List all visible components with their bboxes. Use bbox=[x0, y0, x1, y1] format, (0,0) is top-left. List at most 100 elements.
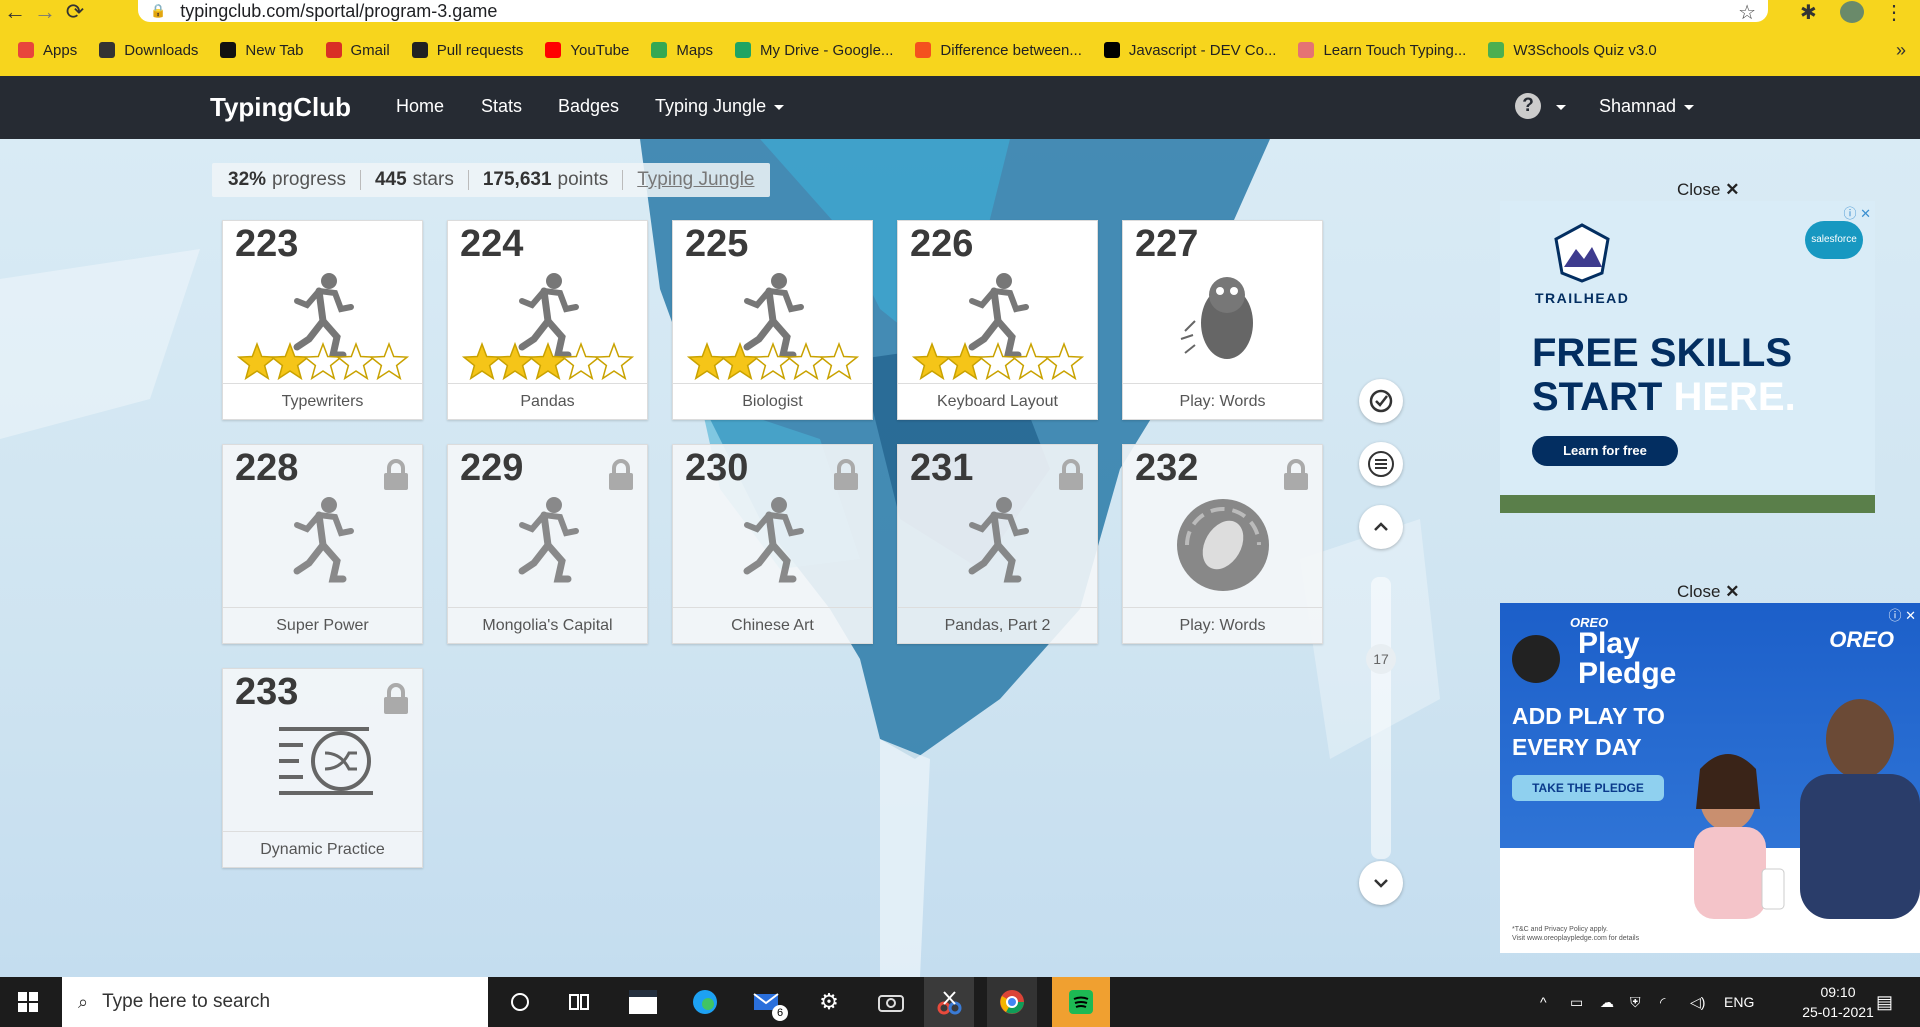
ad-info-icon[interactable]: ⓘ ✕ bbox=[1888, 605, 1916, 624]
lesson-card[interactable]: 232 Play: Words bbox=[1122, 444, 1323, 644]
clock[interactable]: 09:10 25-01-2021 bbox=[1788, 982, 1888, 1022]
bookmark-icon bbox=[1488, 42, 1505, 58]
mail-icon[interactable]: 6 bbox=[750, 985, 788, 1021]
star-empty-icon bbox=[977, 341, 1019, 381]
amazon-app-icon[interactable] bbox=[626, 985, 660, 1019]
bookmark-item[interactable]: Gmail bbox=[325, 42, 390, 59]
browser-menu-icon[interactable]: ⋮ bbox=[1884, 0, 1904, 25]
bookmark-icon bbox=[735, 42, 752, 58]
ad-close-button[interactable]: Close ✕ bbox=[1677, 582, 1739, 602]
bookmark-item[interactable]: Maps bbox=[651, 42, 713, 59]
lesson-card[interactable]: 226 Keyboard Layout bbox=[897, 220, 1098, 420]
lesson-card[interactable]: 228 Super Power bbox=[222, 444, 423, 644]
list-view-button[interactable] bbox=[1359, 442, 1403, 486]
volume-icon[interactable]: ◁) bbox=[1690, 977, 1705, 1027]
progress-summary: 32% progress 445 stars 175,631 points Typin… bbox=[212, 163, 771, 197]
reload-icon[interactable]: ⟳ bbox=[60, 0, 90, 24]
cortana-icon[interactable] bbox=[503, 985, 537, 1019]
lesson-stars bbox=[223, 261, 422, 381]
extensions-icon[interactable]: ✱ bbox=[1800, 0, 1817, 25]
lesson-scrollbar[interactable] bbox=[1371, 577, 1391, 859]
page-indicator: 17 bbox=[1366, 644, 1396, 674]
ad-info-icon[interactable]: ⓘ ✕ bbox=[1843, 203, 1871, 222]
lesson-card[interactable]: 229 Mongolia's Capital bbox=[447, 444, 648, 644]
bookmark-item[interactable]: W3Schools Quiz v3.0 bbox=[1488, 42, 1657, 59]
help-icon[interactable]: ? bbox=[1515, 93, 1541, 119]
lesson-card[interactable]: 231 Pandas, Part 2 bbox=[897, 444, 1098, 644]
ad-cta-button[interactable]: Learn for free bbox=[1532, 436, 1678, 466]
bookmark-item[interactable]: Apps bbox=[18, 42, 77, 59]
bookmark-item[interactable]: Difference between... bbox=[915, 41, 1082, 59]
lesson-number: 232 bbox=[1135, 447, 1199, 489]
edge-icon[interactable] bbox=[688, 985, 722, 1019]
ad-cta-button[interactable]: TAKE THE PLEDGE bbox=[1512, 775, 1664, 801]
windows-start-icon[interactable] bbox=[18, 992, 38, 1012]
nav-stats[interactable]: Stats bbox=[481, 96, 522, 117]
ad-close-button[interactable]: Close ✕ bbox=[1677, 180, 1739, 200]
lesson-map: 32% progress 445 stars 175,631 points Typin… bbox=[0, 139, 1920, 977]
taskbar-search-box[interactable]: ⌕ Type here to search bbox=[62, 977, 488, 1027]
user-menu[interactable]: Shamnad bbox=[1599, 96, 1695, 117]
lock-icon: 🔒 bbox=[150, 3, 167, 18]
bookmark-item[interactable]: New Tab bbox=[220, 42, 304, 59]
defender-icon[interactable]: ⛨ bbox=[1630, 977, 1641, 1027]
trailhead-logo bbox=[1554, 223, 1610, 283]
settings-gear-icon[interactable]: ⚙ bbox=[812, 985, 846, 1019]
lesson-card[interactable]: 223 Typewriters bbox=[222, 220, 423, 420]
bookmark-icon bbox=[99, 42, 116, 58]
battery-icon[interactable]: ▭ bbox=[1570, 977, 1583, 1027]
tray-chevron-up-icon[interactable]: ^ bbox=[1540, 977, 1547, 1027]
brand-logo[interactable]: TypingClub bbox=[210, 92, 351, 123]
wifi-icon[interactable]: ◜ bbox=[1660, 977, 1665, 1027]
url-field[interactable]: 🔒 typingclub.com/sportal/program-3.game … bbox=[138, 0, 1768, 25]
bookmark-item[interactable]: Downloads bbox=[99, 42, 198, 59]
language-indicator[interactable]: ENG bbox=[1724, 977, 1754, 1027]
salesforce-logo: salesforce bbox=[1805, 221, 1863, 259]
lesson-number: 229 bbox=[460, 447, 524, 489]
scroll-down-button[interactable] bbox=[1359, 861, 1403, 905]
lesson-title: Mongolia's Capital bbox=[448, 607, 647, 643]
snip-tool-icon[interactable] bbox=[924, 977, 974, 1027]
task-view-icon[interactable] bbox=[562, 985, 596, 1019]
ad-headline-part1: START bbox=[1532, 375, 1674, 419]
bookmark-item[interactable]: Pull requests bbox=[411, 42, 523, 59]
chrome-icon[interactable] bbox=[987, 977, 1037, 1027]
back-icon[interactable]: ← bbox=[0, 0, 30, 24]
bookmark-label: Difference between... bbox=[940, 41, 1082, 59]
ad-title-line1: Play bbox=[1578, 627, 1640, 660]
help-chevron-down-icon[interactable] bbox=[1556, 105, 1566, 110]
chevron-down-icon bbox=[1684, 104, 1695, 110]
bookmark-star-icon[interactable]: ☆ bbox=[1738, 0, 1756, 25]
bookmark-item[interactable]: Learn Touch Typing... bbox=[1298, 42, 1466, 59]
scroll-up-button[interactable] bbox=[1359, 505, 1403, 549]
lesson-card[interactable]: 227 Play: Words bbox=[1122, 220, 1323, 420]
lesson-art bbox=[448, 485, 647, 605]
ad-brand: TRAILHEAD bbox=[1535, 290, 1630, 306]
nav-badges[interactable]: Badges bbox=[558, 96, 619, 117]
chevron-down-icon bbox=[774, 104, 785, 110]
bookmark-item[interactable]: My Drive - Google... bbox=[735, 42, 893, 59]
oreo-ad[interactable]: ⓘ ✕ OREO OREO Play Pledge ADD PLAY TO EV… bbox=[1500, 603, 1920, 953]
completed-filter-button[interactable] bbox=[1359, 379, 1403, 423]
bookmark-item[interactable]: Javascript - DEV Co... bbox=[1103, 42, 1276, 59]
program-link[interactable]: Typing Jungle bbox=[637, 169, 754, 191]
camera-icon[interactable] bbox=[874, 985, 908, 1019]
divider bbox=[622, 170, 624, 190]
profile-avatar[interactable] bbox=[1840, 1, 1864, 23]
nav-home[interactable]: Home bbox=[396, 96, 444, 117]
spotify-icon[interactable] bbox=[1052, 977, 1110, 1027]
onedrive-icon[interactable]: ☁ bbox=[1600, 977, 1614, 1027]
points-count: 175,631 bbox=[482, 169, 552, 190]
bookmarks-more-icon[interactable]: » bbox=[1896, 40, 1906, 61]
trailhead-ad[interactable]: ⓘ ✕ TRAILHEAD salesforce FREE SKILLS STA… bbox=[1500, 201, 1875, 513]
ad-fineprint: *T&C and Privacy Policy apply. Visit www… bbox=[1512, 925, 1639, 943]
forward-icon[interactable]: → bbox=[30, 0, 60, 24]
bookmark-item[interactable]: YouTube bbox=[545, 42, 629, 59]
nav-program-dropdown[interactable]: Typing Jungle bbox=[655, 96, 785, 117]
lesson-card[interactable]: 230 Chinese Art bbox=[672, 444, 873, 644]
notification-icon[interactable]: ▤ bbox=[1876, 977, 1893, 1027]
lesson-card[interactable]: 233 Dynamic Practice bbox=[222, 668, 423, 868]
lesson-stars bbox=[898, 261, 1097, 381]
lesson-card[interactable]: 225 Biologist bbox=[672, 220, 873, 420]
lesson-card[interactable]: 224 Pandas bbox=[447, 220, 648, 420]
